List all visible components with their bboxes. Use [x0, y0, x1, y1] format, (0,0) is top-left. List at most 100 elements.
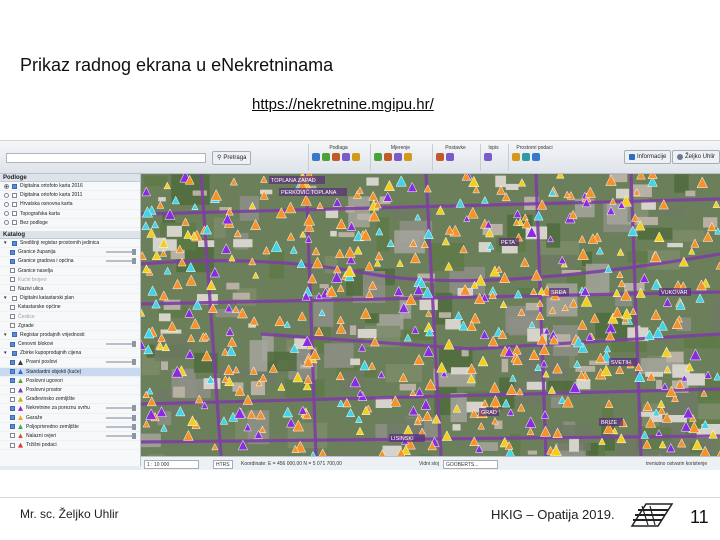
basemap-checkbox[interactable] [12, 220, 17, 226]
basemap-radio[interactable] [4, 211, 9, 217]
info-button[interactable]: Informacije [624, 150, 672, 164]
scale-select[interactable]: 1 : 10 000 [144, 460, 199, 469]
opacity-slider[interactable] [106, 249, 136, 256]
catalog-layer[interactable]: Kućni brojevi [0, 276, 140, 285]
basemap-checkbox[interactable] [12, 183, 17, 189]
toolbar-tool-icon[interactable] [484, 153, 492, 161]
toolbar-tool-icon[interactable] [312, 153, 320, 161]
catalog-layer[interactable]: Granice naselja [0, 267, 140, 276]
layer-checkbox[interactable] [12, 332, 17, 338]
map-canvas[interactable]: TOPLANA ZAPAD PERKOVIĆ TOPLANA PETA SRĐA SVE… [141, 174, 720, 456]
layer-checkbox[interactable] [10, 323, 15, 329]
basemap-option[interactable]: Topografska karta [0, 210, 140, 219]
toolbar-tool-icon[interactable] [512, 153, 520, 161]
layer-checkbox[interactable] [10, 258, 15, 264]
layer-checkbox[interactable] [10, 314, 15, 320]
layer-checkbox[interactable] [10, 387, 15, 393]
basemap-option[interactable]: Bez podloge [0, 219, 140, 228]
layer-checkbox[interactable] [10, 424, 15, 430]
catalog-layer[interactable]: Poslovni ugovori [0, 377, 140, 386]
search-button[interactable]: ⚲ Pretraga [212, 151, 252, 165]
layer-checkbox[interactable] [10, 442, 15, 448]
layer-checkbox[interactable] [10, 433, 15, 439]
toolbar-tool-icon[interactable] [446, 153, 454, 161]
basemap-radio[interactable] [4, 192, 9, 198]
catalog-layer[interactable]: Poljoprivredno zemljište [0, 423, 140, 432]
projection-select[interactable]: HTRS [213, 460, 233, 469]
layer-checkbox[interactable] [10, 378, 15, 384]
basemap-radio[interactable] [4, 201, 9, 207]
toolbar-tool-icon[interactable] [522, 153, 530, 161]
opacity-slider[interactable] [106, 414, 136, 421]
catalog-layer[interactable]: Garaže [0, 414, 140, 423]
basemap-option[interactable]: Digitalna ortofoto karta 2011 [0, 191, 140, 201]
opacity-slider[interactable] [106, 258, 136, 265]
opacity-slider[interactable] [106, 423, 136, 430]
opacity-slider[interactable] [106, 359, 136, 366]
layer-checkbox[interactable] [10, 268, 15, 274]
toolbar-tool-icon[interactable] [374, 153, 382, 161]
opacity-slider[interactable] [106, 432, 136, 439]
layer-checkbox[interactable] [10, 405, 15, 411]
layer-checkbox[interactable] [12, 350, 17, 356]
toolbar-tool-icon[interactable] [322, 153, 330, 161]
expand-icon[interactable]: ▾ [4, 295, 9, 301]
toolbar-tool-icon[interactable] [404, 153, 412, 161]
event-name: HKIG – Opatija 2019. [491, 507, 615, 522]
catalog-layer[interactable]: Građevinsko zemljište [0, 395, 140, 405]
basemap-checkbox[interactable] [12, 201, 17, 207]
building-roof [576, 378, 591, 390]
catalog-layer[interactable]: Granice gradova i općina [0, 257, 140, 267]
catalog-layer[interactable]: Pravni poslovi [0, 358, 140, 368]
toolbar-tool-icon[interactable] [394, 153, 402, 161]
portal-link[interactable]: https://nekretnine.mgipu.hr/ [252, 96, 434, 113]
expand-icon[interactable]: ▾ [4, 240, 9, 246]
basemap-radio[interactable] [4, 220, 9, 226]
catalog-group[interactable]: ▾ Digitalni katastarski plan [0, 294, 140, 304]
catalog-layer[interactable]: Zgrade [0, 322, 140, 331]
catalog-layer[interactable]: Katastarske općine [0, 303, 140, 313]
layer-checkbox[interactable] [10, 369, 15, 375]
layer-checkbox[interactable] [12, 240, 17, 246]
catalog-layer[interactable]: Standardni objekti (kuće) [0, 367, 140, 377]
catalog-group[interactable]: ▾ Središnji registar prostornih jedinica [0, 239, 140, 249]
opacity-slider[interactable] [106, 405, 136, 412]
expand-icon[interactable]: ▾ [4, 350, 9, 356]
catalog-layer[interactable]: Nalazni ovjeri [0, 432, 140, 442]
catalog-group[interactable]: ▾ Zbirke kupoprodajnih cijena [0, 349, 140, 359]
layer-checkbox[interactable] [10, 359, 15, 365]
view-layer-select[interactable]: GOOBERTS... [443, 460, 498, 469]
toolbar-tool-icon[interactable] [436, 153, 444, 161]
catalog-layer[interactable]: Poslovni prostor [0, 386, 140, 396]
catalog-layer[interactable]: Nazivi ulica [0, 285, 140, 295]
basemap-option[interactable]: Hrvatska osnovna karta [0, 200, 140, 210]
catalog-layer[interactable]: Tržišni podaci [0, 441, 140, 451]
building-roof [495, 175, 507, 188]
user-button[interactable]: Željko Uhlir [672, 150, 720, 164]
catalog-layer[interactable]: Nekretnine za poreznu svrhu [0, 404, 140, 414]
toolbar-tool-icon[interactable] [352, 153, 360, 161]
layer-checkbox[interactable] [10, 341, 15, 347]
search-input[interactable] [6, 153, 206, 163]
expand-icon[interactable]: ▾ [4, 332, 9, 338]
toolbar-tool-icon[interactable] [532, 153, 540, 161]
toolbar-tool-icon[interactable] [384, 153, 392, 161]
layer-checkbox[interactable] [10, 304, 15, 310]
opacity-slider[interactable] [106, 341, 136, 348]
basemap-radio[interactable] [4, 183, 9, 189]
catalog-group[interactable]: ▾ Registar prodajnih vrijednosti [0, 331, 140, 340]
catalog-layer[interactable]: Cenovni blokovi [0, 340, 140, 350]
layer-checkbox[interactable] [10, 396, 15, 402]
layer-checkbox[interactable] [10, 277, 15, 283]
basemap-checkbox[interactable] [12, 211, 17, 217]
catalog-layer[interactable]: Granice županija [0, 248, 140, 258]
layer-checkbox[interactable] [10, 415, 15, 421]
basemap-checkbox[interactable] [12, 192, 17, 198]
layer-checkbox[interactable] [10, 249, 15, 255]
toolbar-tool-icon[interactable] [332, 153, 340, 161]
toolbar-tool-icon[interactable] [342, 153, 350, 161]
basemap-option[interactable]: Digitalna ortofoto karta 2016 [0, 182, 140, 192]
layer-checkbox[interactable] [10, 286, 15, 292]
catalog-layer[interactable]: Čestice [0, 312, 140, 322]
layer-checkbox[interactable] [12, 295, 17, 301]
